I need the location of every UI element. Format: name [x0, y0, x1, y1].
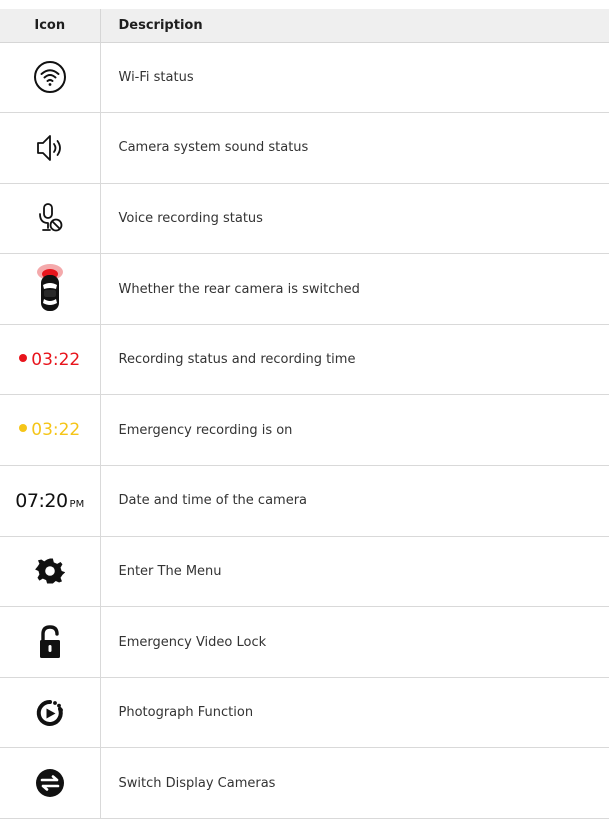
microphone-muted-icon [38, 203, 63, 232]
gear-icon [34, 558, 65, 584]
table-row: Photograph Function [0, 677, 609, 749]
row-description: Photograph Function [100, 677, 609, 749]
icon-cell [0, 253, 101, 325]
table-row: 07:20 PM Date and time of the camera [0, 465, 609, 537]
table-row: 03:22 Recording status and recording tim… [0, 324, 609, 396]
icon-cell [0, 747, 101, 820]
clock-display: 07:20 PM [15, 490, 84, 512]
table-row: Emergency Video Lock [0, 606, 609, 678]
icon-cell: 03:22 [0, 394, 101, 467]
icon-cell: 03:22 [0, 324, 101, 396]
emergency-time-indicator: 03:22 [19, 420, 80, 440]
header-description: Description [100, 9, 609, 43]
icon-cell [0, 677, 101, 749]
icon-legend-table: Icon Description Wi-Fi status Camera sys… [0, 9, 609, 820]
table-header-row: Icon Description [0, 9, 609, 43]
table-row: 03:22 Emergency recording is on [0, 394, 609, 467]
unlock-icon [39, 625, 60, 659]
recording-time-indicator: 03:22 [19, 350, 80, 370]
icon-cell: 07:20 PM [0, 465, 101, 537]
emergency-time: 03:22 [31, 420, 81, 441]
row-description: Wi-Fi status [100, 42, 609, 114]
row-description: Recording status and recording time [100, 324, 609, 396]
car-rear-camera-icon [36, 264, 63, 312]
table-row: Switch Display Cameras [0, 747, 609, 820]
table-row: Camera system sound status [0, 112, 609, 184]
icon-cell [0, 183, 101, 255]
icon-cell [0, 536, 101, 608]
clock-time: 07:20 [15, 489, 68, 512]
clock-ampm: PM [69, 498, 85, 510]
recording-time: 03:22 [31, 349, 81, 370]
row-description: Whether the rear camera is switched [100, 253, 609, 325]
row-description: Date and time of the camera [100, 465, 609, 537]
row-description: Camera system sound status [100, 112, 609, 184]
row-description: Enter The Menu [100, 536, 609, 608]
wifi-status-icon [33, 61, 66, 94]
table-row: Enter The Menu [0, 536, 609, 608]
row-description: Voice recording status [100, 183, 609, 255]
row-description: Switch Display Cameras [100, 747, 609, 820]
table-row: Whether the rear camera is switched [0, 253, 609, 325]
table-row: Wi-Fi status [0, 42, 609, 114]
recording-dot-icon [19, 353, 28, 362]
icon-cell [0, 606, 101, 678]
row-description: Emergency recording is on [100, 394, 609, 467]
icon-cell [0, 42, 101, 114]
row-description: Emergency Video Lock [100, 606, 609, 678]
table-row: Voice recording status [0, 183, 609, 255]
speaker-icon [36, 134, 61, 161]
icon-cell [0, 112, 101, 184]
switch-cameras-icon [35, 769, 64, 798]
emergency-dot-icon [19, 424, 28, 433]
header-icon: Icon [0, 9, 101, 43]
photo-timer-icon [36, 699, 63, 726]
